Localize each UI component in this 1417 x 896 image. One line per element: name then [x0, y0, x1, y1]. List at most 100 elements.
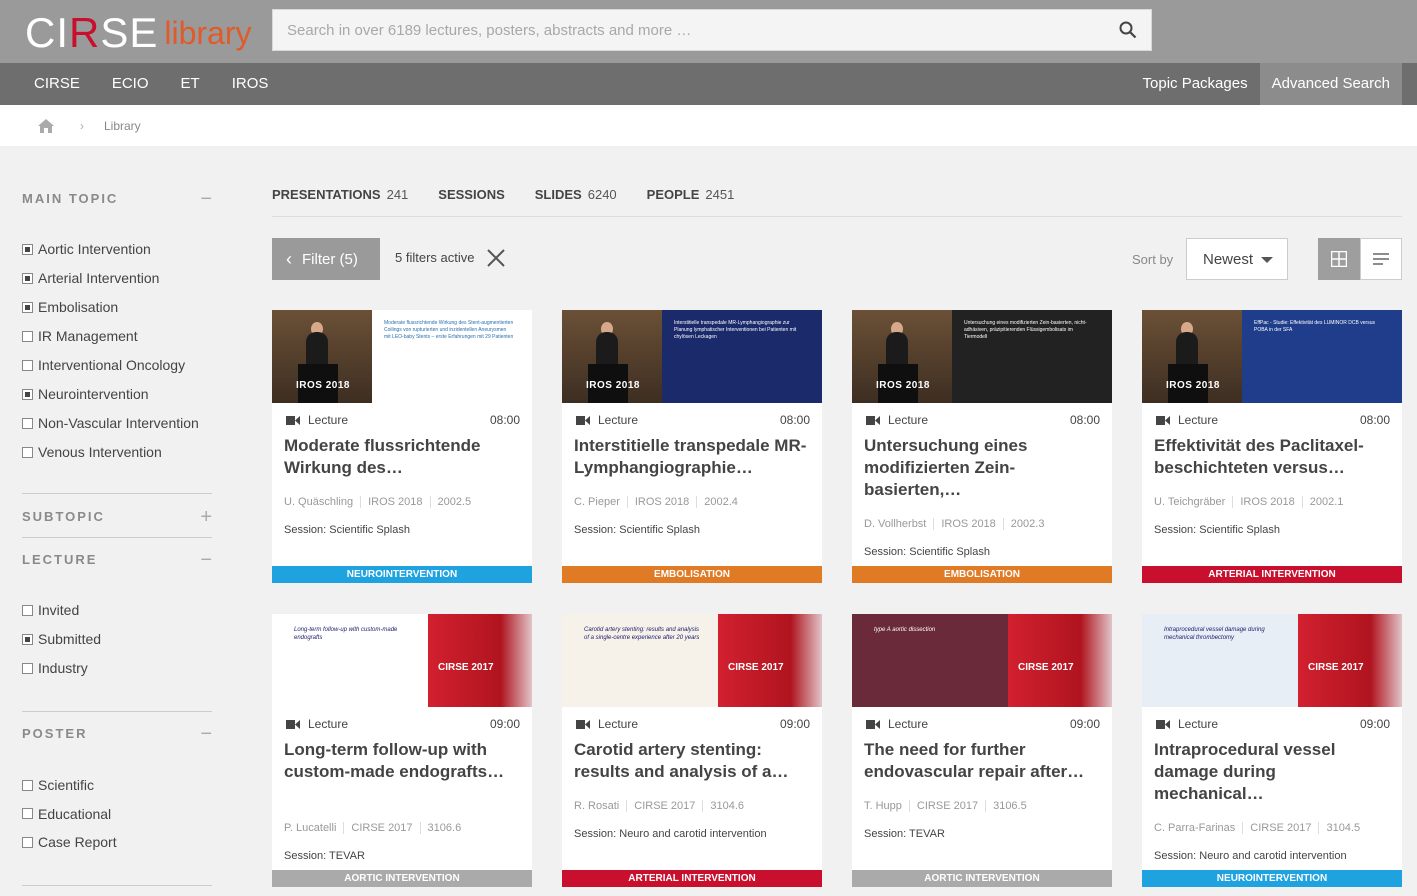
card-event: IROS 2018 — [368, 496, 431, 508]
presentation-card[interactable]: type A aortic dissection CIRSE 2017 Lect… — [852, 614, 1112, 887]
filter-option[interactable]: Arterial Intervention — [22, 270, 159, 286]
checkbox[interactable] — [22, 330, 33, 342]
filter-option[interactable]: Aortic Intervention — [22, 241, 151, 257]
video-thumbnail[interactable]: IROS 2018 Untersuchung eines modifiziert… — [852, 310, 1112, 403]
presentation-card[interactable]: IROS 2018 Untersuchung eines modifiziert… — [852, 310, 1112, 583]
video-thumbnail[interactable]: Carotid artery stenting: results and ana… — [562, 614, 822, 707]
card-title[interactable]: Moderate flussrichtende Wirkung des… — [284, 435, 520, 479]
video-thumbnail[interactable]: IROS 2018 EffPac - Studie: Effektivität … — [1142, 310, 1402, 403]
checkbox[interactable] — [22, 243, 33, 255]
checkbox[interactable] — [22, 662, 33, 674]
filter-option[interactable]: Interventional Oncology — [22, 357, 185, 373]
sort-select[interactable]: Newest — [1186, 238, 1288, 280]
expand-icon[interactable]: + — [200, 507, 212, 527]
checkbox[interactable] — [22, 836, 33, 848]
checkbox[interactable] — [22, 633, 33, 645]
collapse-icon[interactable]: − — [200, 189, 212, 209]
collapse-icon[interactable]: − — [200, 724, 212, 744]
video-thumbnail[interactable]: Intraprocedural vessel damage during mec… — [1142, 614, 1402, 707]
filter-option[interactable]: IR Management — [22, 328, 138, 344]
card-author[interactable]: D. Vollherbst — [864, 518, 935, 530]
card-author[interactable]: C. Parra-Farinas — [1154, 822, 1244, 834]
tab-sessions[interactable]: SESSIONS — [438, 187, 504, 216]
checkbox[interactable] — [22, 359, 33, 371]
card-meta: Lecture 09:00 — [286, 717, 520, 731]
filter-option[interactable]: Non-Vascular Intervention — [22, 415, 199, 431]
card-author[interactable]: C. Pieper — [574, 496, 628, 508]
checkbox[interactable] — [22, 808, 33, 819]
card-author[interactable]: U. Teichgräber — [1154, 496, 1234, 508]
filter-button-label: Filter (5) — [302, 250, 358, 268]
checkbox[interactable] — [22, 301, 33, 313]
lecture-header[interactable]: LECTURE − — [22, 550, 212, 570]
checkbox[interactable] — [22, 388, 33, 400]
presentation-card[interactable]: Intraprocedural vessel damage during mec… — [1142, 614, 1402, 887]
card-meta: Lecture 09:00 — [866, 717, 1100, 731]
cirse-library-logo[interactable]: CIRSE library — [25, 6, 252, 54]
video-thumbnail[interactable]: Long-term follow-up with custom-made end… — [272, 614, 532, 707]
filter-option[interactable]: Submitted — [22, 631, 101, 647]
lecture-title: LECTURE — [22, 552, 98, 567]
checkbox[interactable] — [22, 417, 33, 429]
filter-option[interactable]: Case Report — [22, 834, 117, 850]
card-meta: Lecture 08:00 — [286, 413, 520, 427]
card-title[interactable]: The need for further endovascular repair… — [864, 739, 1100, 783]
filter-option[interactable]: Scientific — [22, 777, 94, 793]
card-author[interactable]: T. Hupp — [864, 800, 910, 812]
presentation-card[interactable]: IROS 2018 Moderate flussrichtende Wirkun… — [272, 310, 532, 583]
presentation-card[interactable]: IROS 2018 Interstitielle transpedale MR-… — [562, 310, 822, 583]
nav-advanced-search[interactable]: Advanced Search — [1259, 63, 1402, 105]
checkbox[interactable] — [22, 446, 33, 458]
filter-option[interactable]: Embolisation — [22, 299, 118, 315]
main-topic-header[interactable]: MAIN TOPIC − — [22, 189, 212, 209]
nav-topic-packages[interactable]: Topic Packages — [1131, 63, 1260, 105]
video-camera-icon — [576, 719, 590, 729]
filter-option[interactable]: Invited — [22, 602, 79, 618]
card-author[interactable]: U. Quäschling — [284, 496, 362, 508]
card-author[interactable]: R. Rosati — [574, 800, 628, 812]
video-thumbnail[interactable]: type A aortic dissection CIRSE 2017 — [852, 614, 1112, 707]
filter-button[interactable]: ‹ Filter (5) — [272, 238, 380, 280]
search-icon[interactable] — [1119, 21, 1137, 39]
list-view-button[interactable] — [1360, 238, 1402, 280]
checkbox[interactable] — [22, 272, 33, 284]
card-title[interactable]: Untersuchung eines modifizierten Zein-ba… — [864, 435, 1100, 501]
card-title[interactable]: Effektivität des Paclitaxel-beschichtete… — [1154, 435, 1390, 479]
home-icon[interactable] — [38, 118, 54, 133]
filter-option[interactable]: Educational — [22, 806, 111, 822]
card-title[interactable]: Interstitielle transpedale MR-Lymphangio… — [574, 435, 810, 479]
checkbox[interactable] — [22, 604, 33, 616]
filter-option[interactable]: Neurointervention — [22, 386, 149, 402]
presentation-card[interactable]: Carotid artery stenting: results and ana… — [562, 614, 822, 887]
nav-item-iros[interactable]: IROS — [216, 63, 285, 105]
tab-people[interactable]: PEOPLE 2451 — [647, 187, 735, 216]
poster-title: POSTER — [22, 726, 88, 741]
search-input[interactable] — [273, 10, 1093, 50]
card-author[interactable]: P. Lucatelli — [284, 822, 345, 834]
card-event: CIRSE 2017 — [1250, 822, 1320, 834]
collapse-icon[interactable]: − — [200, 550, 212, 570]
nav-item-et[interactable]: ET — [165, 63, 216, 105]
grid-view-button[interactable] — [1318, 238, 1360, 280]
poster-header[interactable]: POSTER − — [22, 724, 212, 744]
presentation-card[interactable]: Long-term follow-up with custom-made end… — [272, 614, 532, 887]
filter-option[interactable]: Venous Intervention — [22, 444, 162, 460]
card-title[interactable]: Intraprocedural vessel damage during mec… — [1154, 739, 1390, 805]
nav-item-cirse[interactable]: CIRSE — [18, 63, 96, 105]
card-title[interactable]: Long-term follow-up with custom-made end… — [284, 739, 520, 783]
subtopic-header[interactable]: SUBTOPIC + — [22, 507, 212, 527]
filter-option-label: Neurointervention — [38, 386, 149, 402]
filter-option[interactable]: Industry — [22, 660, 88, 676]
card-code: 3106.5 — [993, 800, 1027, 812]
checkbox[interactable] — [22, 779, 33, 791]
nav-item-ecio[interactable]: ECIO — [96, 63, 165, 105]
filter-option-label: Interventional Oncology — [38, 357, 186, 373]
tab-presentations[interactable]: PRESENTATIONS 241 — [272, 187, 408, 216]
clear-filters-close-icon[interactable] — [486, 248, 506, 268]
thumb-event-label: IROS 2018 — [1166, 380, 1220, 391]
video-thumbnail[interactable]: IROS 2018 Moderate flussrichtende Wirkun… — [272, 310, 532, 403]
tab-slides[interactable]: SLIDES 6240 — [535, 187, 617, 216]
presentation-card[interactable]: IROS 2018 EffPac - Studie: Effektivität … — [1142, 310, 1402, 583]
video-thumbnail[interactable]: IROS 2018 Interstitielle transpedale MR-… — [562, 310, 822, 403]
card-title[interactable]: Carotid artery stenting: results and ana… — [574, 739, 810, 783]
